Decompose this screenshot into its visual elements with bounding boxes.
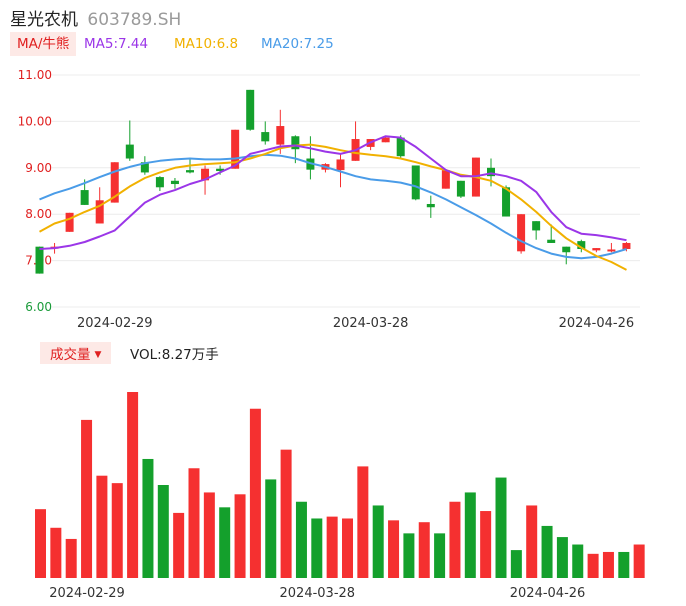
volume-bar — [50, 527, 62, 578]
candle-body — [532, 221, 541, 231]
candle-body — [592, 248, 601, 251]
volume-bar — [449, 501, 461, 578]
volume-bar — [618, 551, 630, 578]
volume-bar — [587, 553, 599, 578]
volume-bar — [96, 475, 108, 578]
volume-bar — [495, 477, 507, 578]
volume-bar — [219, 507, 231, 578]
volume-bar — [203, 492, 215, 578]
volume-selector-label: 成交量 — [50, 347, 91, 363]
y-tick-label: 8.00 — [25, 207, 52, 221]
candle-body — [125, 144, 134, 159]
candle-body — [426, 203, 435, 208]
volume-bar — [295, 501, 307, 578]
x-axis-label: 2024-02-29 — [49, 586, 125, 601]
ma10-line — [39, 143, 627, 271]
x-axis-label: 2024-03-28 — [280, 586, 356, 601]
volume-bar — [35, 509, 46, 578]
volume-bar — [388, 520, 400, 578]
candle-body — [336, 159, 345, 171]
candle-body — [170, 180, 179, 185]
volume-bar — [572, 544, 584, 578]
volume-bar — [372, 505, 384, 578]
candle-body — [562, 246, 571, 253]
volume-bar — [81, 419, 93, 578]
y-tick-label: 9.00 — [25, 161, 52, 175]
candle-body — [547, 239, 556, 243]
volume-bar — [311, 518, 323, 578]
kline-chart[interactable]: 11.0010.009.008.007.006.002024-02-292024… — [0, 0, 686, 606]
y-tick-label: 11.00 — [18, 68, 52, 82]
volume-bar — [234, 494, 246, 578]
volume-bar — [602, 551, 614, 578]
volume-bar — [265, 479, 277, 578]
candle-body — [441, 170, 450, 189]
volume-bar — [280, 449, 292, 578]
volume-bar — [510, 550, 522, 578]
volume-bar — [556, 537, 568, 578]
y-tick-label: 6.00 — [25, 300, 52, 314]
volume-bar — [173, 512, 185, 578]
candle-body — [411, 165, 420, 200]
volume-bar — [357, 466, 369, 578]
volume-bar — [418, 522, 430, 578]
candle-body — [35, 246, 44, 274]
x-axis-label: 2024-04-26 — [510, 586, 586, 601]
volume-bar — [526, 505, 538, 578]
volume-bar — [142, 458, 154, 578]
candle-body — [291, 136, 300, 150]
volume-bar — [157, 485, 169, 578]
volume-bar — [111, 483, 123, 578]
ma20-line — [39, 153, 627, 260]
candle-body — [155, 177, 164, 188]
volume-bar — [127, 392, 139, 578]
volume-bar — [633, 544, 645, 578]
candle-body — [261, 132, 270, 142]
volume-readout: VOL:8.27万手 — [130, 347, 219, 363]
candle-body — [246, 89, 255, 130]
y-tick-label: 10.00 — [18, 114, 52, 128]
x-axis-label: 2024-02-29 — [77, 316, 153, 331]
volume-bar — [464, 492, 476, 578]
caret-down-icon: ▼ — [94, 350, 102, 360]
volume-bar — [65, 538, 77, 578]
volume-bar — [188, 468, 200, 578]
volume-bar — [403, 533, 415, 578]
candle-body — [186, 170, 194, 173]
volume-bar — [480, 511, 492, 578]
candle-body — [517, 214, 526, 252]
x-axis-label: 2024-03-28 — [333, 316, 409, 331]
candle-body — [65, 212, 74, 232]
volume-bar — [342, 518, 353, 578]
volume-selector-button[interactable]: 成交量 ▼ — [40, 342, 112, 364]
candle-body — [607, 249, 616, 252]
x-axis-label: 2024-04-26 — [559, 316, 635, 331]
candle-body — [80, 190, 89, 205]
candle-body — [456, 180, 465, 197]
volume-bar — [541, 525, 553, 578]
candle-body — [276, 126, 285, 145]
volume-bar — [434, 533, 446, 578]
volume-bar — [326, 516, 338, 578]
volume-bar — [249, 408, 261, 578]
candle-body — [622, 242, 631, 249]
